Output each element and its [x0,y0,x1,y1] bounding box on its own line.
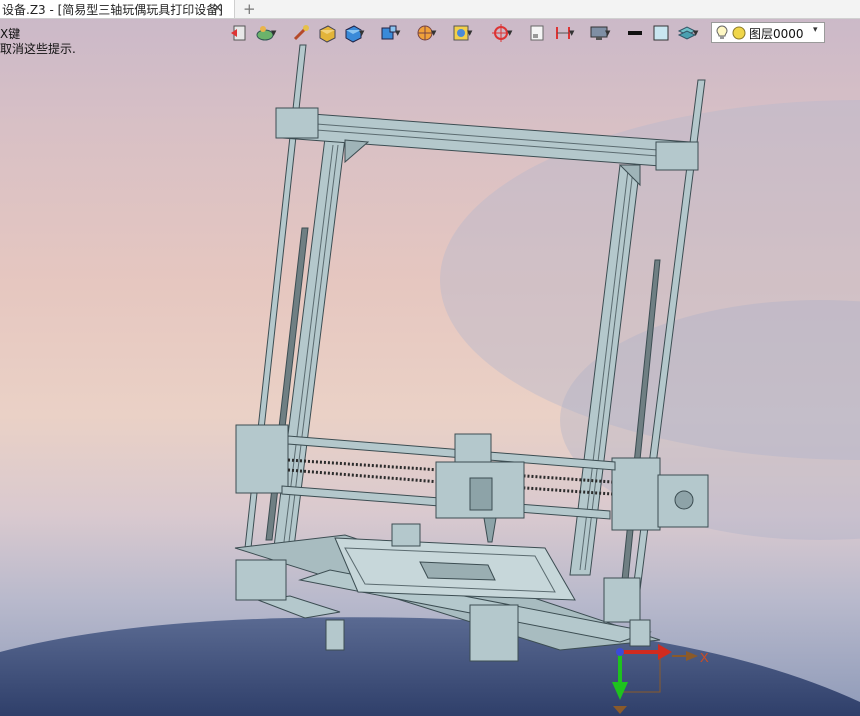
left-z-carriage [235,424,289,494]
monitor-icon[interactable]: ▼ [588,22,610,44]
chevron-down-icon[interactable]: ▾ [813,25,818,35]
color-black-icon[interactable] [624,22,646,44]
right-z-carriage [611,457,661,531]
close-icon[interactable]: ✕ [212,1,223,16]
front-left-foot [325,619,345,651]
front-right-foot [629,619,651,647]
top-left-corner-block [275,107,319,139]
document-tab-bar: 设备.Z3 - [简易型三轴玩偶玩具打印设备] ✕ + [0,0,860,19]
y-motor [469,604,519,662]
view-orient-icon[interactable]: ▼ [378,22,400,44]
box-shaded-icon[interactable] [316,22,338,44]
top-right-corner-block [655,141,699,171]
hotend-nozzle [483,517,497,543]
layers-icon[interactable]: ▼ [676,22,698,44]
lightbulb-icon [716,25,746,40]
layer-name: 图层0000 [749,27,804,41]
new-tab-button[interactable]: + [243,0,256,18]
target-icon[interactable]: ▼ [490,22,512,44]
bed-logo-plate [419,561,496,581]
left-z-motor [235,559,287,601]
triad-x-label: X [700,650,709,665]
hint-line-2: 取消这些提示. [0,42,76,56]
bed-clip-motor [391,523,421,547]
box-blue-icon[interactable]: ▼ [342,22,364,44]
axis-triad: X [612,644,709,714]
brush-icon[interactable] [290,22,312,44]
dimension-icon[interactable]: ▼ [552,22,574,44]
right-z-motor [603,577,641,623]
sheet-icon[interactable] [526,22,548,44]
3d-viewport[interactable]: X X键 取消这些提示. ▼ ▼ ▼ ▼ ▼ ▼ ▼ ▼ ▼ 图层0000 ▾ [0,0,860,716]
color-swatch-icon[interactable] [650,22,672,44]
display-style-icon[interactable]: ▼ [414,22,436,44]
snap-filter-icon[interactable]: ▼ [450,22,472,44]
document-tab[interactable]: 设备.Z3 - [简易型三轴玩偶玩具打印设备] ✕ [0,0,235,18]
layer-selector[interactable]: 图层0000 ▾ [711,22,825,43]
layer-color-dot [732,26,746,40]
document-tab-title: 设备.Z3 - [简易型三轴玩偶玩具打印设备] [2,2,223,17]
printer-model[interactable]: X [0,0,860,716]
top-frame-bar [282,111,691,169]
exit-icon[interactable] [228,22,250,44]
render-mode-icon[interactable]: ▼ [254,22,276,44]
